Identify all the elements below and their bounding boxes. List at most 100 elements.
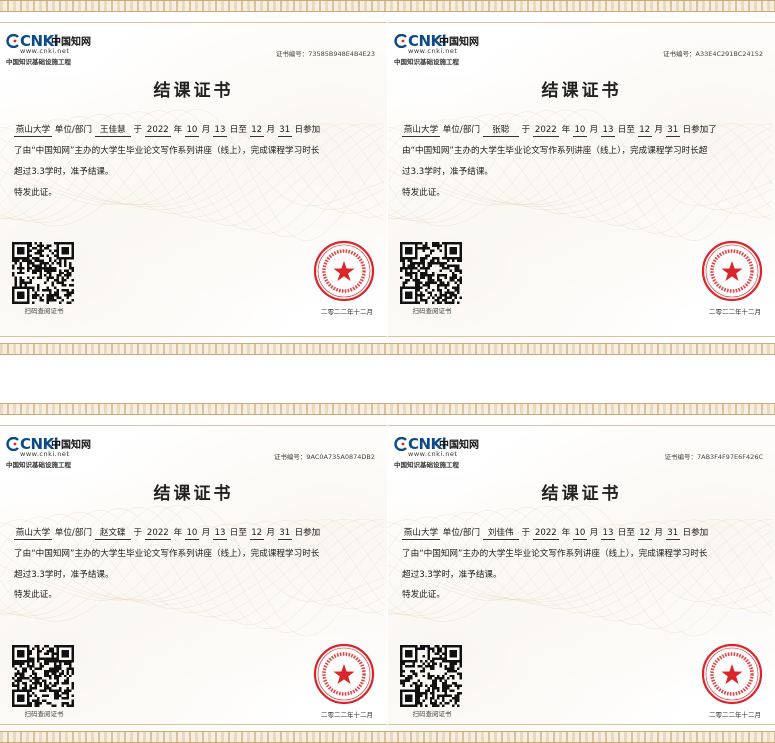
qr-block: 扫码查阅证书 xyxy=(400,645,464,718)
red-star-seal-icon xyxy=(701,240,763,302)
school-field: 燕山大学 xyxy=(402,528,440,540)
qr-label: 扫码查阅证书 xyxy=(24,710,64,718)
student-name-field: 张聪 xyxy=(482,125,519,137)
certificate-number: 证书编号：7AB3F4F97E6F426C xyxy=(664,453,764,461)
qr-block: 扫码查阅证书 xyxy=(12,242,76,315)
cnki-logo: CNKi 中国知网 www.cnki.net 中国知识基础设施工程 xyxy=(394,32,484,70)
middle-border-band-top xyxy=(0,343,775,355)
cnki-logo: CNKi 中国知网 www.cnki.net 中国知识基础设施工程 xyxy=(394,435,484,473)
cnki-swoosh-icon xyxy=(6,437,19,451)
red-star-seal-icon xyxy=(313,643,375,705)
cnki-logo-cn-name: 中国知网 xyxy=(439,440,479,451)
yu-text: 于 xyxy=(521,125,531,135)
body-line-3: 超过3.3学时，准予结课。 xyxy=(14,570,114,580)
row-gap xyxy=(0,355,775,403)
start-year-field: 2022 xyxy=(144,528,171,540)
line-1-tail: 日参加 xyxy=(294,125,321,135)
inner-border-line xyxy=(0,425,387,426)
qr-label: 扫码查阅证书 xyxy=(412,307,452,315)
qr-code-icon[interactable] xyxy=(12,242,74,304)
certificate-title: 结课证书 xyxy=(153,484,234,504)
inner-border-line xyxy=(0,336,387,337)
cnki-logo-url: www.cnki.net xyxy=(20,450,70,458)
certificate-title: 结课证书 xyxy=(153,81,234,101)
month-unit-2: 月 xyxy=(654,528,663,538)
cnki-logo-subtitle: 中国知识基础设施工程 xyxy=(394,461,459,469)
cnki-logo-cn-name: 中国知网 xyxy=(51,37,91,48)
school-field: 燕山大学 xyxy=(14,528,52,540)
end-month-field: 12 xyxy=(637,528,652,540)
inner-border-line xyxy=(388,724,775,725)
issue-date: 二零二二年十二月 xyxy=(321,711,373,719)
start-month-field: 10 xyxy=(572,125,587,137)
inner-border-line xyxy=(388,22,775,23)
issue-date: 二零二二年十二月 xyxy=(709,308,761,316)
cnki-swoosh-icon xyxy=(394,437,407,451)
qr-code-icon[interactable] xyxy=(400,645,462,707)
day-to-text: 日至 xyxy=(617,125,635,135)
bottom-border-band xyxy=(0,731,775,743)
body-line-2: 了由“中国知网”主办的大学生毕业论文写作系列讲座（线上），完成课程学习时长 xyxy=(14,549,320,559)
school-field: 燕山大学 xyxy=(402,125,440,137)
start-year-field: 2022 xyxy=(144,125,171,137)
inner-border-line xyxy=(0,724,387,725)
start-day-field: 13 xyxy=(212,125,227,137)
certificate-title: 结课证书 xyxy=(541,484,622,504)
body-line-1: 燕山大学 单位/部门 刘佳伟 于 2022 年 10 月 13 日至 12 月 … xyxy=(402,523,765,544)
body-line-3: 过3.3学时，准予结课。 xyxy=(402,167,494,177)
closing-text: 特发此证。 xyxy=(14,590,57,600)
student-name-field: 刘佳伟 xyxy=(482,528,519,540)
middle-border-band-bottom xyxy=(0,403,775,415)
cnki-logo-url: www.cnki.net xyxy=(20,47,70,55)
unit-label: 单位/部门 xyxy=(442,528,481,538)
top-border-band xyxy=(0,0,775,12)
unit-label: 单位/部门 xyxy=(54,528,93,538)
qr-label: 扫码查阅证书 xyxy=(412,710,452,718)
student-name-field: 王佳慧 xyxy=(94,125,131,137)
certificate-body: 燕山大学 单位/部门 王佳慧 于 2022 年 10 月 13 日至 12 月 … xyxy=(14,120,377,204)
cnki-swoosh-icon xyxy=(394,34,407,48)
cnki-logo-subtitle: 中国知识基础设施工程 xyxy=(6,58,71,66)
month-unit: 月 xyxy=(201,528,211,538)
inner-border-line xyxy=(0,22,387,23)
line-1-tail: 日参加 xyxy=(294,528,321,538)
red-star-seal-icon xyxy=(313,240,375,302)
end-day-field: 31 xyxy=(277,528,292,540)
body-line-2: 了由“中国知网”主办的大学生毕业论文写作系列讲座（线上），完成课程学习时长 xyxy=(14,146,320,156)
end-month-field: 12 xyxy=(249,528,264,540)
qr-block: 扫码查阅证书 xyxy=(12,645,76,718)
cnki-logo-cn-name: 中国知网 xyxy=(439,37,479,48)
unit-label: 单位/部门 xyxy=(442,125,481,135)
inner-border-line xyxy=(388,336,775,337)
qr-code-icon[interactable] xyxy=(12,645,74,707)
line-1-tail: 日参加 xyxy=(682,528,709,538)
body-line-3: 超过3.3学时，准予结课。 xyxy=(14,167,114,177)
body-line-2: 由“中国知网”主办的大学生毕业论文写作系列讲座（线上），完成课程学习时长超 xyxy=(402,146,708,156)
red-star-seal-icon xyxy=(701,643,763,705)
body-line-1: 燕山大学 单位/部门 王佳慧 于 2022 年 10 月 13 日至 12 月 … xyxy=(14,120,377,141)
month-unit: 月 xyxy=(589,125,599,135)
day-to-text: 日至 xyxy=(229,528,247,538)
school-field: 燕山大学 xyxy=(14,125,52,137)
certificate-body: 燕山大学 单位/部门 刘佳伟 于 2022 年 10 月 13 日至 12 月 … xyxy=(402,523,765,604)
cnki-logo-cn-name: 中国知网 xyxy=(51,440,91,451)
start-month-field: 10 xyxy=(184,528,199,540)
certificate-1: CNKi 中国知网 www.cnki.net 中国知识基础设施工程 证书编号：7… xyxy=(0,12,387,343)
body-line-2: 了由“中国知网”主办的大学生毕业论文写作系列讲座（线上），完成课程学习时长 xyxy=(402,549,708,559)
start-day-field: 13 xyxy=(600,528,615,540)
body-line-1: 燕山大学 单位/部门 赵文碟 于 2022 年 10 月 13 日至 12 月 … xyxy=(14,523,377,544)
month-unit: 月 xyxy=(589,528,599,538)
day-to-text: 日至 xyxy=(229,125,247,135)
qr-code-icon[interactable] xyxy=(400,242,462,304)
cnki-swoosh-icon xyxy=(6,34,19,48)
start-month-field: 10 xyxy=(572,528,587,540)
start-day-field: 13 xyxy=(212,528,227,540)
certificate-body: 燕山大学 单位/部门 赵文碟 于 2022 年 10 月 13 日至 12 月 … xyxy=(14,523,377,604)
certificate-2: CNKi 中国知网 www.cnki.net 中国知识基础设施工程 证书编号：A… xyxy=(388,12,775,343)
certificate-number: 证书编号：73585B948E4B4E23 xyxy=(275,50,375,58)
end-month-field: 12 xyxy=(637,125,652,137)
cnki-logo-url: www.cnki.net xyxy=(408,47,458,55)
yu-text: 于 xyxy=(133,125,143,135)
line-1-tail: 日参加了 xyxy=(682,125,717,135)
end-day-field: 31 xyxy=(665,528,680,540)
